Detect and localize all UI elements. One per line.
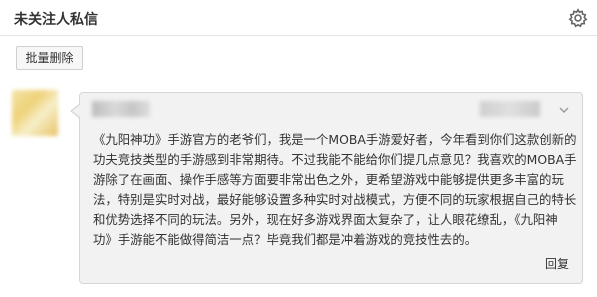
chevron-down-icon[interactable] xyxy=(558,104,570,116)
message-text: 《九阳神功》手游官方的老爷们，我是一个MOBA手游爱好者，今年看到你们这款创新的… xyxy=(93,130,579,250)
message-line: 功夫竞技类型的手游感到非常期待。不过我能不能给你们提几点意见？我喜欢的MOBA手 xyxy=(93,152,577,167)
page-header: 未关注人私信 xyxy=(0,0,597,36)
message-line: 功》手游能不能做得简洁一点？毕竟我们都是冲着游戏的竞技性去的。 xyxy=(93,232,478,247)
message-line: 和优势选择不同的玩法。另外，现在好多游戏界面太复杂了，让人眼花缭乱，《九阳神 xyxy=(93,212,558,227)
reply-link[interactable]: 回复 xyxy=(545,255,569,272)
page-title: 未关注人私信 xyxy=(14,12,98,28)
batch-delete-button[interactable]: 批量删除 xyxy=(16,46,83,70)
timestamp-blurred xyxy=(480,101,540,117)
message-line: 法，特别是实时对战，最好能够设置多种实时对战模式，方便不同的玩家根据自己的特长 xyxy=(93,192,577,207)
message-line: 游除了在画面、操作手感等方面要非常出色之外，更希望游戏中能够提供更多丰富的玩 xyxy=(93,172,564,187)
sender-name-blurred xyxy=(92,101,150,117)
gear-icon[interactable] xyxy=(568,8,588,28)
bubble-arrow-inner xyxy=(72,105,80,117)
toolbar: 批量删除 xyxy=(0,36,597,80)
avatar[interactable] xyxy=(12,90,58,136)
message-line: 《九阳神功》手游官方的老爷们，我是一个MOBA手游爱好者，今年看到你们这款创新的 xyxy=(93,132,577,147)
